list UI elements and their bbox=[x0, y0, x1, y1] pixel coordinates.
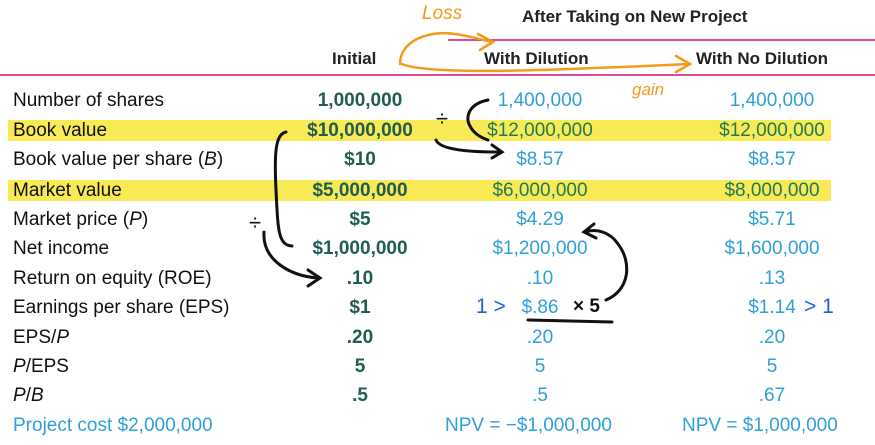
loss-arrow bbox=[398, 31, 494, 66]
cell-with-dilution: .20 bbox=[526, 327, 554, 348]
cell-with-dilution: $6,000,000 bbox=[492, 180, 588, 201]
divide-annotation: ÷ bbox=[436, 106, 449, 131]
cell-no-dilution: .20 bbox=[758, 327, 786, 348]
row-label: Book value per share (B) bbox=[13, 149, 224, 170]
eps-underline bbox=[526, 318, 614, 324]
row-label: P/B bbox=[13, 385, 44, 406]
header-rule bbox=[0, 74, 875, 76]
loss-annotation: Loss bbox=[422, 3, 463, 24]
cell-no-dilution: $5.71 bbox=[748, 209, 796, 230]
cell-no-dilution: $1,600,000 bbox=[724, 238, 820, 259]
cell-with-dilution: .10 bbox=[526, 268, 554, 289]
col-initial-header: Initial bbox=[332, 49, 377, 68]
cell-initial: $5,000,000 bbox=[312, 180, 408, 201]
cell-initial: $5 bbox=[349, 209, 371, 230]
cell-with-dilution: 5 bbox=[534, 356, 546, 377]
cell-with-dilution: 1,400,000 bbox=[497, 90, 583, 111]
row-label: Book value bbox=[13, 120, 108, 141]
cell-initial: 5 bbox=[354, 356, 366, 377]
row-label: Number of shares bbox=[13, 90, 165, 111]
cell-with-dilution: $12,000,000 bbox=[487, 120, 593, 141]
cell-initial: .5 bbox=[352, 385, 368, 406]
loss-arrowhead bbox=[476, 32, 496, 52]
cell-with-dilution: $4.29 bbox=[516, 209, 564, 230]
npv-no-dilution: NPV = $1,000,000 bbox=[682, 415, 838, 436]
cell-initial: $10,000,000 bbox=[307, 120, 413, 141]
gain-arrowhead bbox=[674, 54, 693, 74]
row-label: Earnings per share (EPS) bbox=[13, 297, 230, 318]
cell-no-dilution: $1.14 bbox=[748, 297, 796, 318]
row-label: P/EPS bbox=[13, 356, 69, 377]
times-annotation: × 5 bbox=[573, 296, 600, 317]
col-no-dilution-header: With No Dilution bbox=[696, 49, 829, 68]
cell-with-dilution: $.86 bbox=[521, 297, 559, 318]
cell-no-dilution: $12,000,000 bbox=[719, 120, 825, 141]
col-with-dilution-header: With Dilution bbox=[484, 49, 589, 68]
cell-initial: $1,000,000 bbox=[312, 238, 408, 259]
npv-with-dilution: NPV = −$1,000,000 bbox=[445, 415, 612, 436]
row-label: Market value bbox=[13, 180, 122, 201]
row-label: Return on equity (ROE) bbox=[13, 268, 212, 289]
compare-annotation: 1 > bbox=[476, 295, 506, 318]
project-cost: Project cost $2,000,000 bbox=[13, 415, 213, 436]
cell-with-dilution: .5 bbox=[532, 385, 548, 406]
cell-no-dilution: .13 bbox=[758, 268, 786, 289]
cell-initial: 1,000,000 bbox=[317, 90, 403, 111]
compare-annotation: > 1 bbox=[804, 295, 834, 318]
cell-initial: .20 bbox=[346, 327, 374, 348]
cell-initial: .10 bbox=[346, 268, 374, 289]
cell-no-dilution: 1,400,000 bbox=[729, 90, 815, 111]
cell-with-dilution: $8.57 bbox=[516, 149, 564, 170]
cell-no-dilution: $8.57 bbox=[748, 149, 796, 170]
cell-no-dilution: 5 bbox=[766, 356, 778, 377]
row-label: Market price (P) bbox=[13, 209, 149, 230]
gain-annotation: gain bbox=[632, 80, 665, 99]
row-label: Net income bbox=[13, 238, 110, 259]
row-label: EPS/P bbox=[13, 327, 69, 348]
divide-annotation: ÷ bbox=[249, 210, 262, 235]
cell-initial: $10 bbox=[344, 149, 376, 170]
cell-initial: $1 bbox=[349, 297, 371, 318]
cell-no-dilution: .67 bbox=[758, 385, 786, 406]
cell-with-dilution: $1,200,000 bbox=[492, 238, 588, 259]
group-rule bbox=[448, 39, 875, 41]
cell-no-dilution: $8,000,000 bbox=[724, 180, 820, 201]
group-title: After Taking on New Project bbox=[522, 7, 748, 26]
